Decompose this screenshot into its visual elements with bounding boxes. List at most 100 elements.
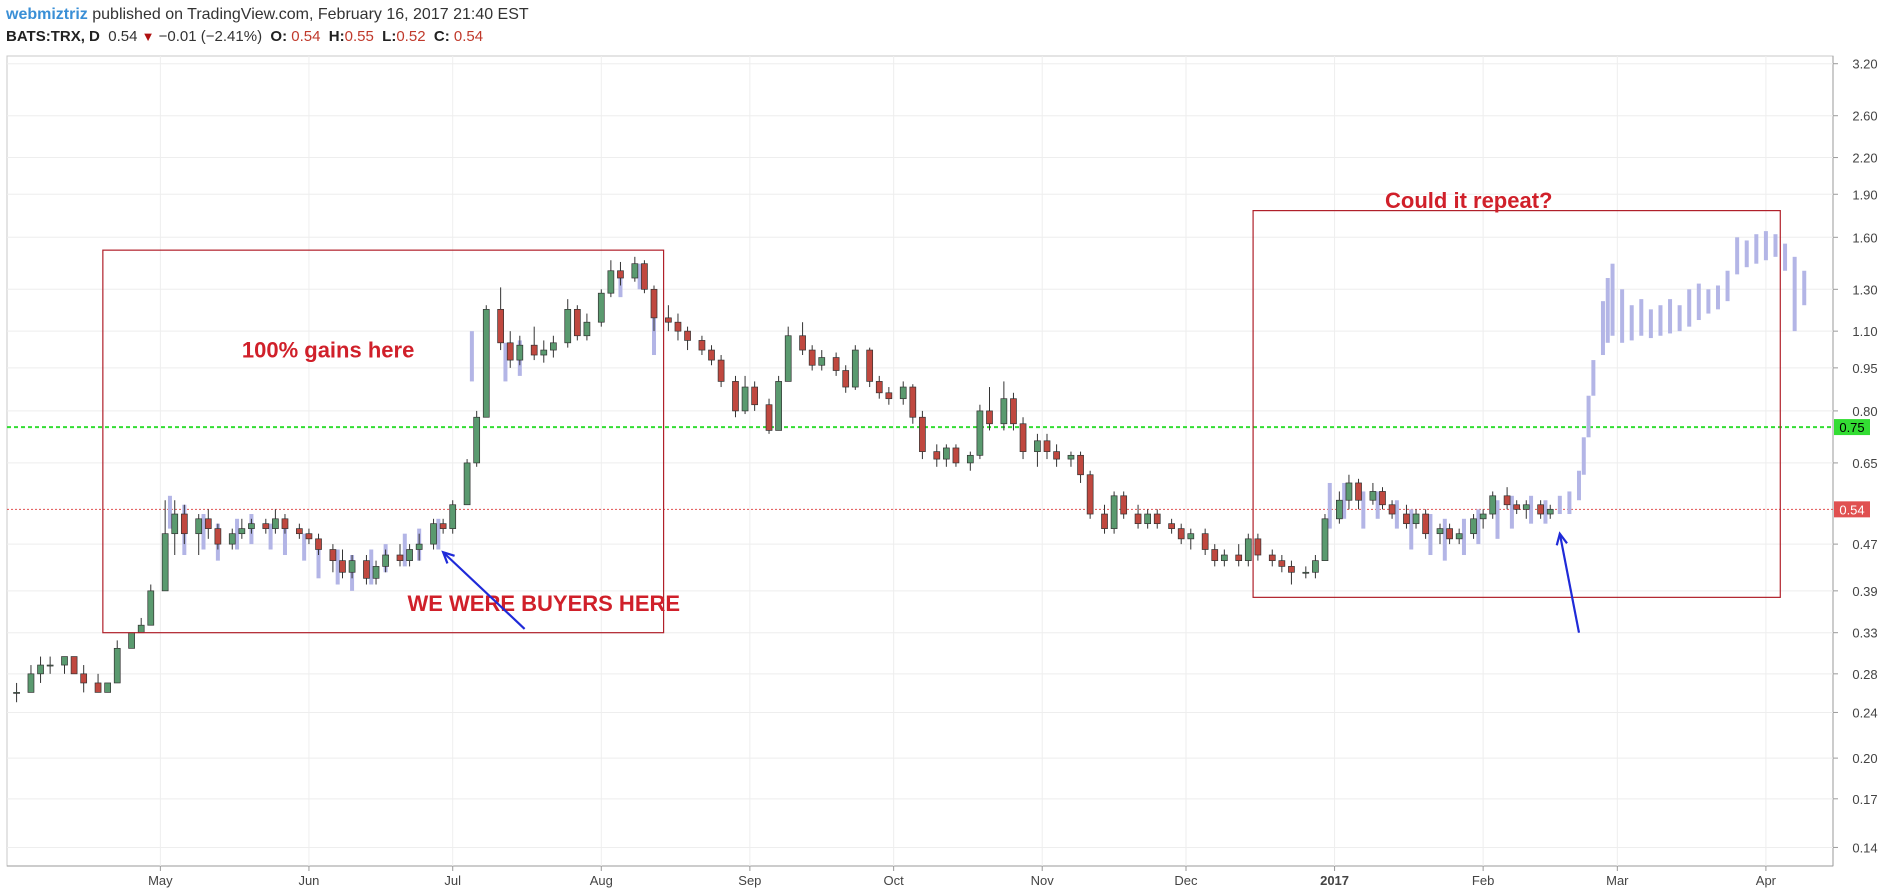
candle[interactable] <box>497 287 504 351</box>
candle-body[interactable] <box>305 533 313 540</box>
candle-body[interactable] <box>851 349 859 388</box>
candle-body[interactable] <box>1436 528 1444 535</box>
candle[interactable] <box>1546 504 1554 519</box>
candle[interactable] <box>137 617 145 634</box>
candle[interactable] <box>1067 451 1075 467</box>
candle-body[interactable] <box>1211 549 1219 561</box>
candle[interactable] <box>1355 478 1362 510</box>
candle[interactable] <box>214 523 222 550</box>
candle-body[interactable] <box>530 344 538 356</box>
candle-body[interactable] <box>516 344 524 361</box>
candle-body[interactable] <box>61 656 68 666</box>
candle-body[interactable] <box>885 392 893 400</box>
candle-body[interactable] <box>1302 571 1310 574</box>
candle-body[interactable] <box>482 309 490 418</box>
candle[interactable] <box>1254 533 1262 561</box>
candle[interactable] <box>406 544 413 567</box>
candle-body[interactable] <box>1479 513 1487 520</box>
candle-body[interactable] <box>1110 495 1118 529</box>
candle-body[interactable] <box>1086 474 1094 515</box>
candle-body[interactable] <box>665 317 672 323</box>
candle-body[interactable] <box>1187 533 1195 540</box>
candle[interactable] <box>1537 500 1544 519</box>
candle[interactable] <box>147 584 155 626</box>
candle[interactable] <box>46 656 54 674</box>
candle[interactable] <box>1153 509 1161 529</box>
candle-body[interactable] <box>1321 518 1329 561</box>
candle[interactable] <box>775 375 782 431</box>
candle[interactable] <box>875 375 883 399</box>
candle[interactable] <box>1244 533 1252 567</box>
candle[interactable] <box>583 313 591 341</box>
candle-body[interactable] <box>775 381 782 431</box>
candle[interactable] <box>1019 417 1027 460</box>
candle[interactable] <box>751 381 759 411</box>
candle[interactable] <box>1000 381 1008 431</box>
candle-body[interactable] <box>684 330 691 341</box>
candle[interactable] <box>842 365 850 393</box>
candle-body[interactable] <box>1345 482 1353 501</box>
time-axis[interactable]: May Jun Jul Aug Sep Oct Nov Dec 2017 Feb Mar Apr <box>148 866 1777 888</box>
candle[interactable] <box>348 555 356 579</box>
candle-body[interactable] <box>732 381 739 412</box>
candle-body[interactable] <box>976 410 984 456</box>
candle[interactable] <box>1479 509 1487 529</box>
candle-body[interactable] <box>262 523 270 529</box>
candle-body[interactable] <box>1546 508 1554 515</box>
candle[interactable] <box>161 500 169 592</box>
candle-body[interactable] <box>1489 495 1497 515</box>
candle-body[interactable] <box>799 335 806 351</box>
candle-body[interactable] <box>329 549 337 561</box>
candle[interactable] <box>1489 491 1497 519</box>
candle[interactable] <box>1455 528 1463 545</box>
candle[interactable] <box>784 326 792 382</box>
candle[interactable] <box>1010 392 1017 431</box>
candle-body[interactable] <box>550 342 557 351</box>
candle[interactable] <box>1522 500 1530 519</box>
candle[interactable] <box>482 305 490 418</box>
candle-body[interactable] <box>363 560 370 579</box>
candle-body[interactable] <box>641 263 648 290</box>
candle-body[interactable] <box>214 528 222 545</box>
candle-body[interactable] <box>204 518 212 529</box>
candle-body[interactable] <box>741 386 749 412</box>
candle-body[interactable] <box>248 523 255 529</box>
candle[interactable] <box>315 533 322 556</box>
candle[interactable] <box>1134 504 1142 529</box>
candle[interactable] <box>1144 509 1152 529</box>
candle[interactable] <box>741 375 749 415</box>
candle[interactable] <box>382 549 389 573</box>
candle-body[interactable] <box>1177 528 1185 540</box>
candle[interactable] <box>329 544 337 573</box>
candle-body[interactable] <box>339 560 346 573</box>
candle[interactable] <box>976 404 984 460</box>
candle-body[interactable] <box>281 518 289 529</box>
candle[interactable] <box>248 518 255 534</box>
candle-body[interactable] <box>875 381 883 394</box>
candle[interactable] <box>396 544 404 567</box>
candles[interactable] <box>13 256 1554 703</box>
candle-body[interactable] <box>296 528 303 535</box>
candle[interactable] <box>1388 500 1396 519</box>
candle[interactable] <box>1513 500 1521 515</box>
candle-body[interactable] <box>473 416 481 464</box>
candle-body[interactable] <box>832 357 840 371</box>
candle[interactable] <box>1379 487 1386 510</box>
candle-body[interactable] <box>463 462 471 506</box>
candle[interactable] <box>708 345 715 366</box>
candle[interactable] <box>516 335 524 366</box>
candle-body[interactable] <box>1220 554 1228 561</box>
candle-body[interactable] <box>1503 495 1511 506</box>
candle[interactable] <box>1120 491 1128 519</box>
candle[interactable] <box>1201 528 1209 556</box>
candle-body[interactable] <box>899 386 907 400</box>
candle-body[interactable] <box>128 632 135 649</box>
candle[interactable] <box>674 313 682 341</box>
candle[interactable] <box>1503 487 1511 510</box>
price-axis[interactable]: 0.14 0.17 0.20 0.24 0.28 0.33 0.39 0.47 0.65 0.80… <box>1833 57 1878 856</box>
candle-body[interactable] <box>765 404 773 431</box>
candle-body[interactable] <box>986 410 993 425</box>
candle[interactable] <box>641 260 648 294</box>
candle[interactable] <box>1321 514 1329 561</box>
candle-body[interactable] <box>1369 491 1377 501</box>
